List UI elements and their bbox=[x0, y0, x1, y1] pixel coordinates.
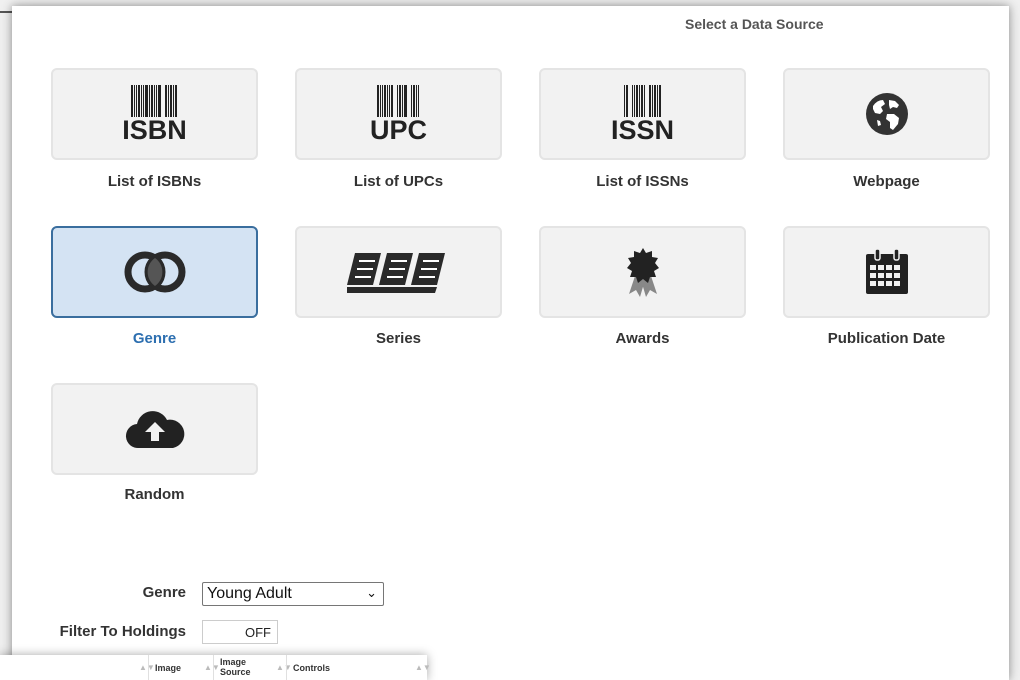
cloud-upload-icon bbox=[53, 385, 256, 473]
tile-publication-date[interactable] bbox=[783, 226, 990, 318]
barcode-code: UPC bbox=[369, 115, 427, 145]
tile-isbn[interactable]: ISBN bbox=[51, 68, 258, 160]
filter-holdings-label: Filter To Holdings bbox=[59, 623, 186, 640]
isbn-barcode-icon: ISBN bbox=[53, 70, 256, 158]
tile-webpage[interactable] bbox=[783, 68, 990, 160]
tile-random[interactable] bbox=[51, 383, 258, 475]
upc-barcode-icon: UPC bbox=[297, 70, 500, 158]
award-ribbon-icon bbox=[541, 228, 744, 316]
genre-select-value: Young Adult bbox=[207, 585, 292, 602]
calendar-icon bbox=[785, 228, 988, 316]
results-table-header: ▲▼ Image ▲▼ Image Source ▲▼ Controls ▲▼ bbox=[0, 655, 431, 680]
tile-label-publication-date[interactable]: Publication Date bbox=[783, 330, 990, 347]
venn-circles-icon bbox=[53, 228, 256, 316]
genre-label: Genre bbox=[142, 584, 186, 601]
barcode-lines bbox=[377, 85, 420, 117]
tile-series[interactable] bbox=[295, 226, 502, 318]
chevron-down-icon: ⌄ bbox=[366, 585, 377, 600]
barcode-code: ISSN bbox=[610, 115, 675, 145]
barcode-lines bbox=[623, 85, 662, 117]
tile-awards[interactable] bbox=[539, 226, 746, 318]
column-header-label: Image Source bbox=[220, 657, 251, 677]
tile-label-random[interactable]: Random bbox=[51, 486, 258, 503]
globe-icon bbox=[785, 70, 988, 158]
tile-label-upc[interactable]: List of UPCs bbox=[295, 173, 502, 190]
tile-label-series[interactable]: Series bbox=[295, 330, 502, 347]
column-header-controls[interactable]: Controls bbox=[286, 655, 427, 680]
tile-label-webpage[interactable]: Webpage bbox=[783, 173, 990, 190]
column-header-label: Image bbox=[155, 663, 182, 673]
barcode-lines bbox=[131, 85, 178, 117]
tile-upc[interactable]: UPC bbox=[295, 68, 502, 160]
tile-label-awards[interactable]: Awards bbox=[539, 330, 746, 347]
data-source-panel: Select a Data Source ISBN List of ISBNs … bbox=[12, 6, 1009, 680]
sort-icon[interactable]: ▲▼ bbox=[415, 663, 431, 672]
toggle-state: OFF bbox=[245, 625, 271, 640]
tile-label-genre[interactable]: Genre bbox=[51, 330, 258, 347]
tile-issn[interactable]: ISSN bbox=[539, 68, 746, 160]
tile-genre[interactable] bbox=[51, 226, 258, 318]
filter-holdings-toggle[interactable]: OFF bbox=[202, 620, 278, 644]
books-icon bbox=[297, 228, 500, 316]
tile-label-issn[interactable]: List of ISSNs bbox=[539, 173, 746, 190]
tile-label-isbn[interactable]: List of ISBNs bbox=[51, 173, 258, 190]
genre-select[interactable]: Young Adult ⌄ bbox=[202, 582, 384, 606]
issn-barcode-icon: ISSN bbox=[541, 70, 744, 158]
column-header-label: Controls bbox=[293, 663, 330, 673]
page-title: Select a Data Source bbox=[685, 16, 824, 32]
column-header-image[interactable]: Image bbox=[148, 655, 204, 680]
barcode-code: ISBN bbox=[122, 115, 187, 145]
